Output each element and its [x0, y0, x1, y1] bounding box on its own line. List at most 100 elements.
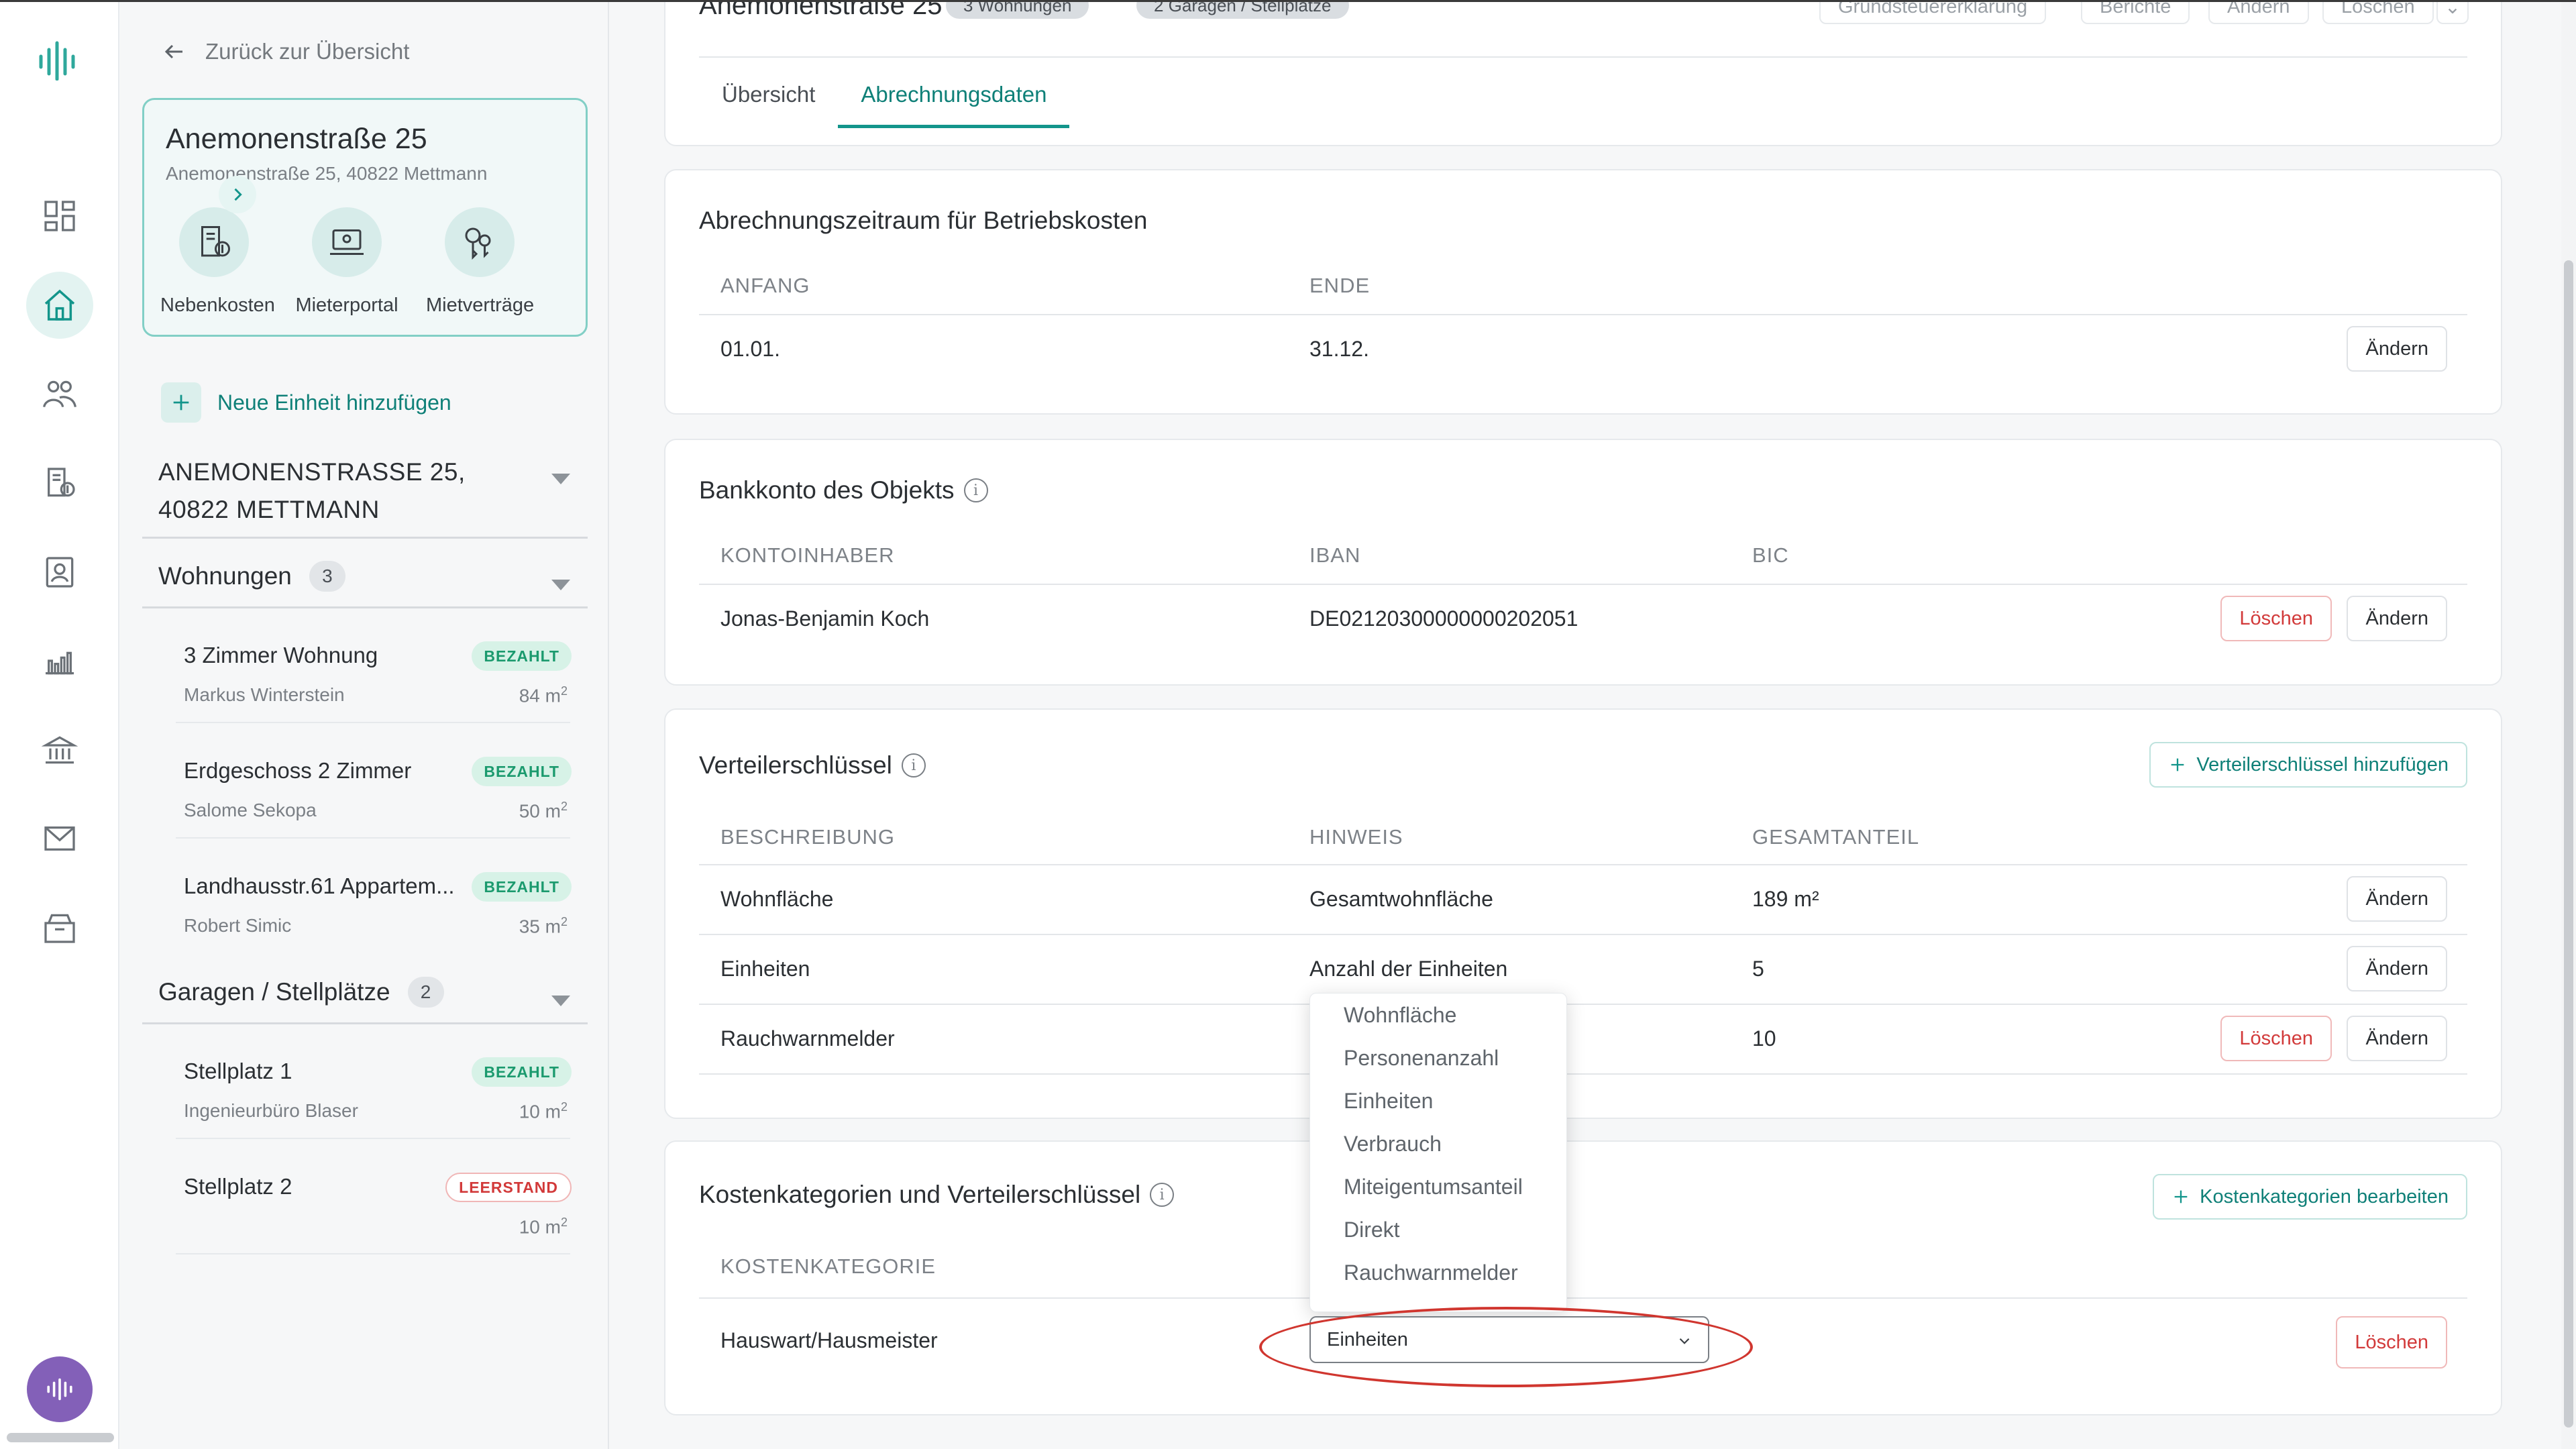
quick-link-nebenkosten[interactable]: Nebenkosten: [160, 207, 275, 317]
info-icon[interactable]: i: [963, 478, 988, 502]
delete-property-button[interactable]: Löschen: [2322, 0, 2434, 24]
edit-cost-categories-button[interactable]: Kostenkategorien bearbeiten: [2153, 1174, 2467, 1220]
quick-link-label: Mieterportal: [295, 294, 398, 316]
edit-period-button[interactable]: Ändern: [2347, 326, 2447, 372]
bar-chart-icon: [46, 651, 74, 675]
edit-key-button[interactable]: Ändern: [2347, 1016, 2447, 1061]
reports-nav[interactable]: [26, 627, 93, 694]
add-distribution-key-button[interactable]: Verteilerschlüssel hinzufügen: [2149, 742, 2467, 788]
properties-nav[interactable]: [26, 272, 93, 339]
info-icon[interactable]: i: [901, 753, 926, 777]
info-icon[interactable]: i: [1150, 1183, 1175, 1207]
divider: [699, 864, 2467, 865]
column-header: KONTOINHABER: [720, 543, 895, 567]
divider: [699, 1004, 2467, 1005]
dropdown-option[interactable]: Einheiten: [1310, 1079, 1566, 1122]
dropdown-option[interactable]: Personenanzahl: [1310, 1036, 1566, 1079]
archive-nav[interactable]: [26, 894, 93, 961]
scrollbar-thumb[interactable]: [2564, 260, 2573, 1428]
back-label: Zurück zur Übersicht: [205, 39, 410, 64]
dropdown-option[interactable]: Wohnfläche: [1310, 994, 1566, 1036]
tab-bar: Übersicht Abrechnungsdaten: [699, 82, 1070, 128]
column-header: ENDE: [1309, 274, 1371, 297]
soundwave-icon: [47, 1378, 72, 1401]
apartments-group-header[interactable]: Wohnungen 3: [158, 561, 345, 592]
costs-nav[interactable]: [26, 449, 93, 517]
divider: [699, 584, 2467, 585]
add-unit-button[interactable]: Neue Einheit hinzufügen: [161, 382, 451, 423]
key-description: Einheiten: [720, 957, 810, 981]
tab-billing[interactable]: Abrechnungsdaten: [838, 82, 1070, 128]
column-header: BIC: [1752, 543, 1789, 567]
tax-declaration-button[interactable]: Grundsteuererklärung: [1819, 0, 2047, 24]
dropdown-option[interactable]: Miteigentumsanteil: [1310, 1165, 1566, 1208]
chevron-down-icon: [1679, 1338, 1690, 1344]
plus-icon: [173, 394, 189, 411]
arrow-left-icon: [164, 44, 182, 59]
contracts-nav[interactable]: [26, 539, 93, 606]
tenants-nav[interactable]: [26, 361, 93, 428]
unit-tenant: Ingenieurbüro Blaser: [184, 1100, 358, 1121]
apartments-label: Wohnungen: [158, 562, 292, 590]
status-badge: BEZAHLT: [472, 641, 572, 671]
address-group-header[interactable]: ANEMONENSTRASSE 25, 40822 METTMANN: [158, 453, 588, 529]
chevron-down-icon[interactable]: [551, 580, 570, 590]
unit-item[interactable]: Stellplatz 1 BEZAHLT Ingenieurbüro Blase…: [162, 1052, 584, 1139]
bank-account-card: Bankkonto des Objekts i KONTOINHABER IBA…: [664, 439, 2502, 686]
garages-count: 2: [407, 977, 444, 1008]
edit-key-button[interactable]: Ändern: [2347, 946, 2447, 991]
receipt-dollar-icon: [201, 226, 230, 257]
dropdown-option[interactable]: Rauchwarnmelder: [1310, 1251, 1566, 1294]
section-title: Bankkonto des Objekts i: [699, 476, 988, 504]
back-link[interactable]: Zurück zur Übersicht: [162, 39, 409, 64]
bank-icon: [41, 736, 78, 764]
property-address: Anemonenstraße 25, 40822 Mettmann: [166, 163, 488, 184]
plus-icon: [2174, 1190, 2188, 1203]
reports-button[interactable]: Berichte: [2081, 0, 2190, 24]
edit-property-button[interactable]: Ändern: [2208, 0, 2309, 24]
unit-name: Erdgeschoss 2 Zimmer: [184, 758, 412, 783]
units-pill: 3 Wohnungen: [946, 0, 1089, 19]
key-total: 5: [1752, 957, 1764, 981]
delete-category-button[interactable]: Löschen: [2336, 1316, 2447, 1368]
unit-name: Landhausstr.61 Appartem...: [184, 873, 455, 898]
dropdown-option[interactable]: Direkt: [1310, 1208, 1566, 1251]
bank-nav[interactable]: [26, 716, 93, 784]
property-header-card: Anemonenstraße 25 3 Wohnungen 2 Garagen …: [664, 0, 2502, 146]
tab-overview[interactable]: Übersicht: [699, 82, 838, 128]
column-header: BESCHREIBUNG: [720, 825, 896, 849]
key-description: Rauchwarnmelder: [720, 1026, 895, 1051]
status-badge: BEZAHLT: [472, 872, 572, 902]
unit-item[interactable]: Stellplatz 2 LEERSTAND 10 m2: [162, 1167, 584, 1254]
messages-nav[interactable]: [26, 805, 93, 872]
divider: [699, 934, 2467, 935]
delete-bank-button[interactable]: Löschen: [2220, 596, 2332, 641]
more-actions-button[interactable]: ⌄: [2436, 0, 2469, 24]
assistant-avatar[interactable]: [27, 1356, 93, 1422]
unit-item[interactable]: 3 Zimmer Wohnung BEZAHLT Markus Winterst…: [162, 636, 584, 723]
unit-size: 10 m2: [519, 1216, 568, 1238]
chevron-down-icon[interactable]: [551, 996, 570, 1006]
account-holder: Jonas-Benjamin Koch: [720, 606, 930, 631]
people-icon: [43, 380, 76, 408]
garages-group-header[interactable]: Garagen / Stellplätze 2: [158, 977, 444, 1008]
dashboard-icon: [44, 201, 75, 231]
chevron-down-icon[interactable]: [551, 474, 570, 484]
key-hint: Gesamtwohnfläche: [1309, 887, 1493, 911]
add-unit-label: Neue Einheit hinzufügen: [217, 390, 451, 415]
distribution-key-select[interactable]: Einheiten: [1309, 1316, 1709, 1363]
dashboard-nav[interactable]: [26, 182, 93, 250]
quick-link-mietvertraege[interactable]: Mietverträge: [426, 207, 534, 317]
keys-icon: [465, 227, 491, 260]
unit-item[interactable]: Landhausstr.61 Appartem... BEZAHLT Rober…: [162, 867, 584, 954]
dropdown-option[interactable]: Verbrauch: [1310, 1122, 1566, 1165]
collapse-sidebar-button[interactable]: [219, 176, 256, 213]
divider: [142, 1022, 588, 1024]
quick-link-label: Nebenkosten: [160, 294, 275, 316]
unit-item[interactable]: Erdgeschoss 2 Zimmer BEZAHLT Salome Seko…: [162, 751, 584, 839]
rail-scrollbar[interactable]: [7, 1433, 114, 1442]
edit-key-button[interactable]: Ändern: [2347, 876, 2447, 922]
quick-link-mieterportal[interactable]: Mieterportal: [293, 207, 400, 317]
delete-key-button[interactable]: Löschen: [2220, 1016, 2332, 1061]
edit-bank-button[interactable]: Ändern: [2347, 596, 2447, 641]
